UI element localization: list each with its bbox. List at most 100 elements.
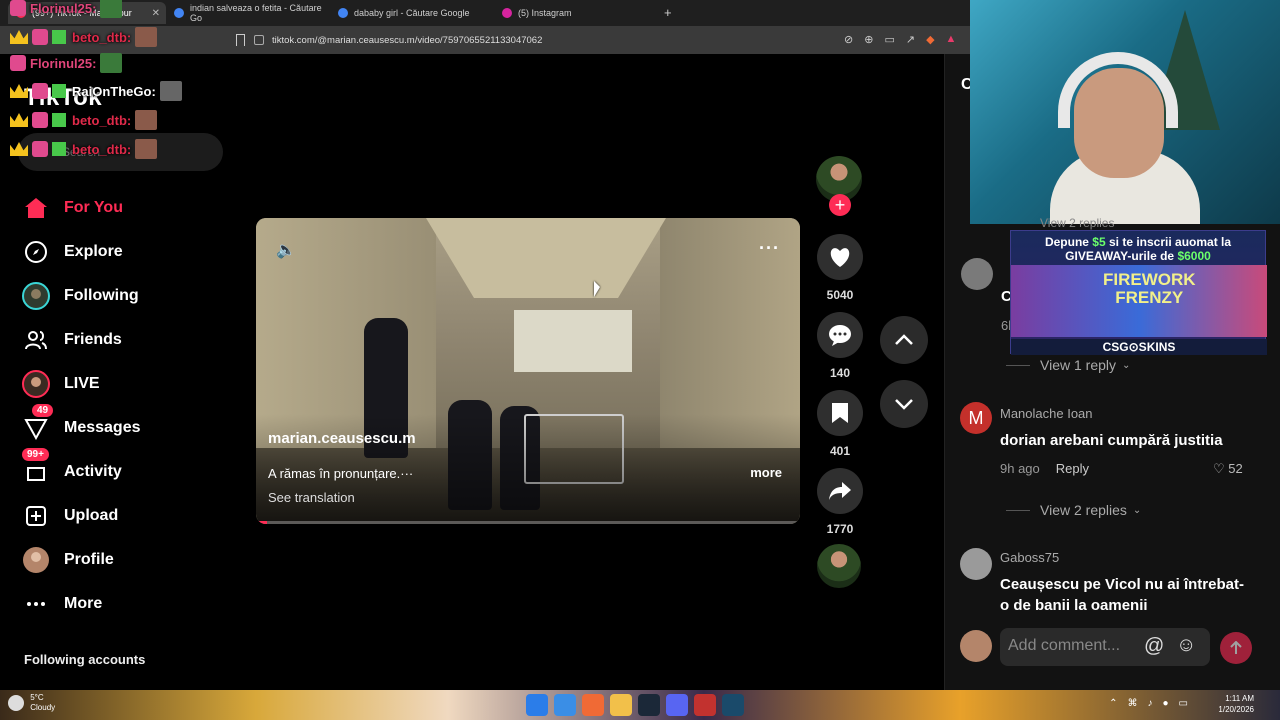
like-action[interactable]: 5040 — [816, 234, 864, 302]
brave-browser-icon[interactable] — [582, 694, 604, 716]
mute-icon[interactable]: 🔈 — [276, 240, 296, 260]
taskbar-clock[interactable]: 1:11 AM 1/20/2026 — [1218, 693, 1254, 715]
comment-author[interactable]: Manolache Ioan — [1000, 406, 1093, 421]
gift-badge-icon — [52, 30, 66, 44]
sidebar-item-activity[interactable]: 99+ Activity — [22, 448, 222, 494]
display-icon[interactable]: ▭ — [1179, 698, 1188, 709]
reply-button[interactable]: Reply — [1056, 461, 1089, 476]
cast-icon[interactable]: ▭ — [884, 33, 894, 46]
chat-emote-icon — [159, 81, 182, 101]
sidebar-item-more[interactable]: More — [22, 582, 222, 626]
mic-icon[interactable]: ● — [1163, 698, 1169, 709]
task-view-icon[interactable] — [554, 694, 576, 716]
chat-username: Florinul25: — [30, 55, 97, 71]
chat-emote-icon — [135, 27, 158, 47]
video-player[interactable]: 🔈 ··· marian.ceausescu.m A rămas în pron… — [256, 218, 800, 524]
chat-message: Florinul25: — [10, 0, 123, 19]
tab-google-search-2[interactable]: dababy girl - Căutare Google — [330, 2, 490, 24]
music-disc-avatar[interactable] — [817, 544, 861, 588]
chat-username: beto_dtb: — [72, 112, 132, 128]
taskbar-apps — [526, 694, 744, 716]
emoji-icon[interactable]: ☺ — [1176, 634, 1196, 657]
discord-icon[interactable] — [666, 694, 688, 716]
share-action[interactable]: 1770 — [816, 468, 864, 536]
tab-google-search-1[interactable]: indian salveaza o fetita - Căutare Go — [166, 2, 326, 24]
file-explorer-icon[interactable] — [610, 694, 632, 716]
sidebar-item-messages[interactable]: 49 Messages — [22, 404, 222, 450]
site-info-icon[interactable] — [254, 35, 264, 45]
comment-action[interactable]: 140 — [816, 312, 864, 380]
crown-badge-icon — [10, 113, 28, 127]
close-tab-icon[interactable]: ✕ — [152, 8, 160, 19]
sidebar-item-live[interactable]: LIVE — [22, 362, 222, 406]
share-count: 1770 — [826, 522, 854, 536]
sidebar-item-label: Explore — [64, 243, 123, 260]
chat-emote-icon — [100, 0, 123, 18]
comment-avatar[interactable]: M — [960, 402, 992, 434]
video-frame-detail — [426, 218, 666, 298]
gift-badge-icon — [52, 142, 66, 156]
browser-tab-bar: (99+) TikTok - Make Your ✕ indian salvea… — [0, 0, 970, 26]
app-icon[interactable] — [722, 694, 744, 716]
video-progress-bar[interactable] — [256, 521, 800, 524]
brave-rewards-icon[interactable]: ▲ — [946, 33, 957, 46]
view-replies-button[interactable]: View 2 replies ⌄ — [1006, 502, 1141, 518]
share-icon[interactable]: ↗ — [906, 33, 915, 46]
mention-at-icon[interactable]: @ — [1144, 635, 1164, 658]
comment-text: dorian arebani cumpără justitia — [1000, 432, 1223, 449]
tray-expand-icon[interactable]: ⌃ — [1109, 698, 1117, 709]
view-replies-button[interactable]: View 1 reply ⌄ — [1006, 357, 1130, 373]
see-translation-link[interactable]: See translation — [268, 490, 355, 505]
chat-badge-icon — [32, 83, 48, 99]
comment-count: 140 — [829, 366, 851, 380]
windows-taskbar: 5°C Cloudy ⌃ ⌘ ♪ ● ▭ 1:11 AM 1/20/2026 — [0, 690, 1280, 720]
zoom-icon[interactable]: ⊕ — [864, 33, 873, 46]
chevron-down-icon: ⌄ — [1122, 359, 1131, 371]
follow-plus-button[interactable]: + — [829, 194, 851, 216]
comment-author[interactable]: Gaboss75 — [1000, 550, 1059, 565]
sidebar-item-profile[interactable]: Profile — [22, 538, 222, 582]
block-icon[interactable]: ⊘ — [844, 33, 853, 46]
messages-icon: 49 — [22, 404, 54, 442]
app-icon[interactable] — [694, 694, 716, 716]
video-options-icon[interactable]: ··· — [759, 238, 780, 259]
tab-instagram[interactable]: (5) Instagram — [494, 2, 654, 24]
webcam-overlay — [970, 0, 1280, 224]
sidebar-item-upload[interactable]: Upload — [22, 494, 222, 538]
chevron-down-icon — [895, 399, 913, 410]
sidebar-item-friends[interactable]: Friends — [22, 318, 222, 362]
crown-badge-icon — [10, 84, 28, 98]
chat-emote-icon — [135, 139, 158, 159]
bookmark-icon[interactable] — [236, 34, 245, 46]
action-rail: + 5040 140 401 1770 — [816, 156, 864, 588]
more-dots-icon — [22, 590, 50, 618]
sidebar-item-label: Following — [64, 287, 139, 304]
brave-shield-icon[interactable]: ◆ — [926, 33, 934, 46]
previous-video-button[interactable] — [880, 316, 928, 364]
steam-icon[interactable] — [638, 694, 660, 716]
sidebar-item-following[interactable]: Following — [22, 274, 222, 318]
google-favicon-icon — [174, 8, 184, 18]
sidebar-item-for-you[interactable]: For You — [22, 186, 222, 230]
new-tab-button[interactable]: + — [664, 5, 672, 20]
send-comment-button[interactable] — [1220, 632, 1252, 664]
comment-bubble-icon — [817, 312, 863, 358]
chat-message: RaiOnTheGo: — [10, 80, 182, 102]
sidebar-item-explore[interactable]: Explore — [22, 230, 222, 274]
my-avatar — [960, 630, 992, 662]
comment-avatar[interactable] — [961, 258, 993, 290]
volume-icon[interactable]: ♪ — [1148, 698, 1153, 709]
save-action[interactable]: 401 — [816, 390, 864, 458]
weather-temp: 5°C — [30, 693, 44, 702]
video-author-username[interactable]: marian.ceausescu.m — [268, 430, 416, 447]
promo-amount: $6000 — [1177, 249, 1211, 263]
windows-start-icon[interactable] — [526, 694, 548, 716]
weather-widget[interactable]: 5°C Cloudy — [8, 693, 55, 713]
description-more-button[interactable]: more — [750, 465, 782, 480]
video-progress-fill — [256, 521, 267, 524]
next-video-button[interactable] — [880, 380, 928, 428]
tab-label: indian salveaza o fetita - Căutare Go — [190, 3, 322, 23]
network-icon[interactable]: ⌘ — [1128, 698, 1138, 709]
comment-avatar[interactable] — [960, 548, 992, 580]
comment-like[interactable]: ♡ 52 — [1213, 461, 1243, 477]
